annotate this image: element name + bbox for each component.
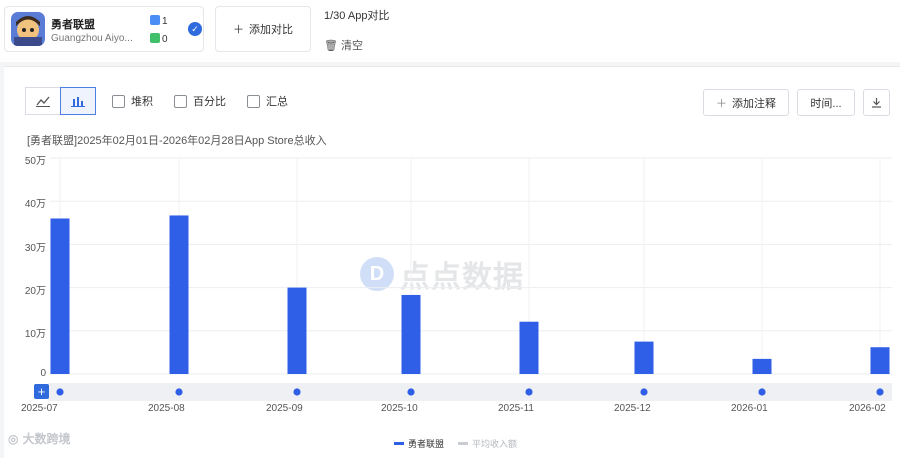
- timeline-marker: [56, 388, 64, 396]
- x-tick-label: 2025-09: [266, 403, 303, 414]
- timeline-marker: [758, 388, 766, 396]
- bar: [169, 215, 189, 374]
- legend-swatch: [394, 442, 404, 445]
- legend-swatch: [458, 442, 468, 445]
- legend-label: 平均收入额: [472, 439, 518, 449]
- x-tick-label: 2025-08: [148, 403, 185, 414]
- corner-logo-icon: ◎: [8, 431, 19, 446]
- corner-watermark-text: 大数跨境: [22, 432, 71, 446]
- bar-chart: [48, 157, 892, 401]
- timeline-marker: [293, 388, 301, 396]
- x-tick-label: 2026-02: [849, 403, 886, 414]
- bar: [519, 321, 539, 374]
- bar: [752, 358, 772, 374]
- timeline-marker: [876, 388, 884, 396]
- legend-item[interactable]: 勇者联盟: [394, 437, 444, 450]
- x-tick-label: 2025-10: [381, 403, 418, 414]
- bar: [287, 287, 307, 374]
- bar: [401, 294, 421, 374]
- legend-label: 勇者联盟: [408, 439, 445, 449]
- add-annotation-button[interactable]: +: [34, 384, 49, 399]
- corner-watermark: ◎ 大数跨境: [8, 430, 71, 447]
- bar: [50, 218, 70, 374]
- bar: [870, 347, 890, 374]
- timeline-marker: [407, 388, 415, 396]
- timeline-marker: [640, 388, 648, 396]
- x-tick-label: 2025-12: [614, 403, 651, 414]
- bar: [634, 341, 654, 374]
- x-tick-label: 2025-11: [498, 403, 534, 414]
- x-tick-label: 2026-01: [731, 403, 768, 414]
- x-tick-label: 2025-07: [21, 403, 58, 414]
- legend-item[interactable]: 平均收入额: [458, 437, 517, 450]
- timeline-marker: [525, 388, 533, 396]
- timeline-marker: [175, 388, 183, 396]
